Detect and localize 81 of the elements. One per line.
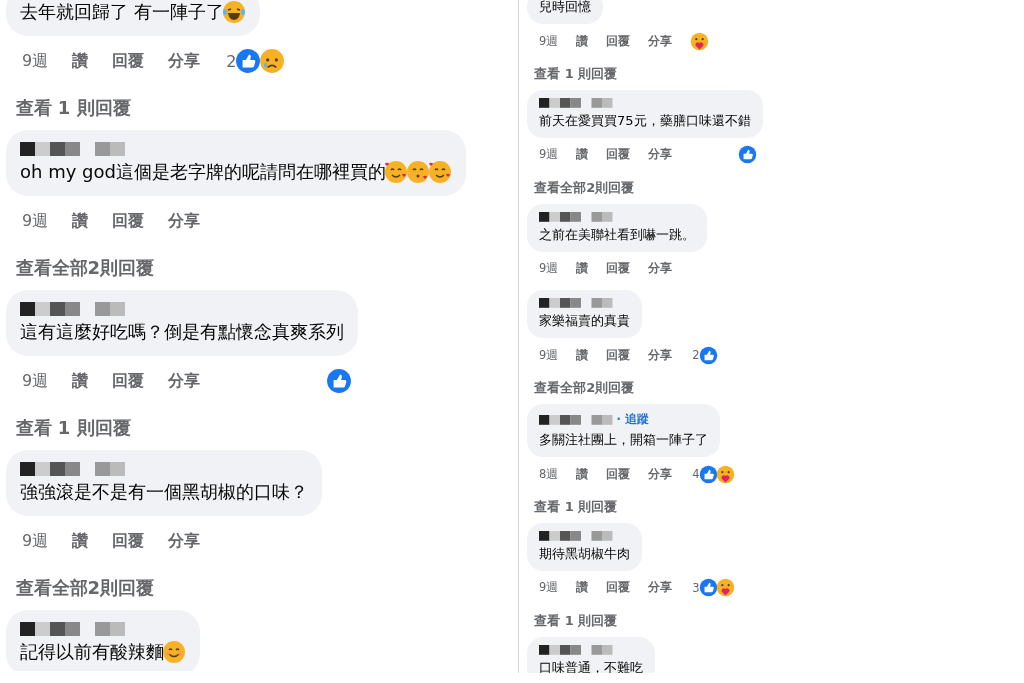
comment-time: 9週 <box>539 261 559 277</box>
comment-text: 期待黑胡椒牛肉 <box>539 545 630 563</box>
share-button[interactable]: 分享 <box>168 210 201 232</box>
view-replies-link[interactable]: 查看 1 則回覆 <box>527 58 716 90</box>
smiling-face-with-hearts-emoji <box>383 160 408 184</box>
view-replies-link[interactable]: 查看 1 則回覆 <box>6 406 358 450</box>
hugging-face-icon <box>715 578 735 598</box>
like-button[interactable]: 讚 <box>576 33 589 49</box>
view-replies-link[interactable]: 查看 1 則回覆 <box>527 491 741 524</box>
comment-time: 9週 <box>22 50 49 72</box>
reply-button[interactable]: 回覆 <box>606 580 631 596</box>
share-button[interactable]: 分享 <box>168 370 201 392</box>
reply-button[interactable]: 回覆 <box>606 33 631 49</box>
comment-time: 8週 <box>539 466 559 482</box>
comment-text: 去年就回歸了 有一陣子了 <box>20 0 224 24</box>
share-button[interactable]: 分享 <box>168 50 201 72</box>
reaction-summary[interactable]: 2 <box>690 344 720 366</box>
like-button[interactable]: 讚 <box>72 210 89 232</box>
kissing-face-emoji <box>405 160 430 184</box>
like-button[interactable]: 讚 <box>576 347 589 363</box>
comment-text: 記得以前有酸辣麵 <box>20 640 164 664</box>
comment-text: 前天在愛買買75元，藥膳口味還不錯 <box>539 111 751 130</box>
comment-text: 多關注社團上，開箱一陣子了 <box>539 431 708 450</box>
reply-button[interactable]: 回覆 <box>606 147 631 163</box>
like-button[interactable]: 讚 <box>576 580 589 596</box>
share-button[interactable]: 分享 <box>648 261 673 277</box>
view-replies-link[interactable]: 查看全部2則回覆 <box>6 246 466 290</box>
reply-button[interactable]: 回覆 <box>112 370 145 392</box>
view-replies-link[interactable]: 查看 1 則回覆 <box>527 605 741 637</box>
comment-text: 強強滾是不是有一個黑胡椒的口味？ <box>20 480 308 504</box>
comment-time: 9週 <box>22 210 49 232</box>
comment-time: 9週 <box>22 530 49 552</box>
view-replies-link[interactable]: 查看 1 則回覆 <box>6 86 292 130</box>
reply-button[interactable]: 回覆 <box>606 466 631 482</box>
view-replies-link[interactable]: 查看全部2則回覆 <box>527 171 763 204</box>
follow-link[interactable]: · 追蹤 <box>616 412 649 428</box>
share-button[interactable]: 分享 <box>168 530 201 552</box>
comment-time: 9週 <box>539 33 559 49</box>
share-button[interactable]: 分享 <box>648 147 673 163</box>
like-button[interactable]: 讚 <box>576 466 589 482</box>
hugging-face-icon <box>715 464 735 484</box>
like-button[interactable]: 讚 <box>576 147 589 163</box>
comment-time: 9週 <box>22 370 49 392</box>
reply-button[interactable]: 回覆 <box>606 347 631 363</box>
hugging-face-icon <box>690 31 710 51</box>
smiling-face-emoji <box>162 640 186 664</box>
comment-time: 9週 <box>539 347 559 363</box>
like-reaction-icon <box>326 368 352 394</box>
view-replies-link[interactable]: 查看全部2則回覆 <box>527 372 724 405</box>
laughing-face-emoji <box>221 0 246 24</box>
share-button[interactable]: 分享 <box>648 580 673 596</box>
like-reaction-icon <box>698 345 718 365</box>
reaction-summary[interactable] <box>326 367 354 395</box>
reply-button[interactable]: 回覆 <box>112 50 145 72</box>
comment-text: 這有這麼好吃嗎？倒是有點懷念真爽系列 <box>20 320 344 344</box>
comment-text: 口味普通，不難吃 <box>539 658 643 673</box>
share-button[interactable]: 分享 <box>648 347 673 363</box>
comment-time: 9週 <box>539 147 559 163</box>
share-button[interactable]: 分享 <box>648 466 673 482</box>
comment-text: 之前在美聯社看到嚇一跳。 <box>539 225 695 244</box>
comment-text: oh my god這個是老字牌的呢請問在哪裡買的 <box>20 160 386 184</box>
smiling-face-with-hearts-emoji <box>427 160 452 184</box>
reply-button[interactable]: 回覆 <box>112 210 145 232</box>
reply-button[interactable]: 回覆 <box>112 530 145 552</box>
like-reaction-icon <box>698 464 718 484</box>
like-reaction-icon <box>737 145 757 165</box>
view-replies-link[interactable]: 查看全部2則回覆 <box>6 566 322 610</box>
reaction-summary[interactable]: 4 <box>690 463 737 485</box>
like-reaction-icon <box>235 48 262 74</box>
comment-text: 家樂福賣的真貴 <box>539 312 630 331</box>
sad-face-icon <box>259 48 286 74</box>
comment-time: 9週 <box>539 580 559 596</box>
share-button[interactable]: 分享 <box>648 33 673 49</box>
like-button[interactable]: 讚 <box>72 370 89 392</box>
like-reaction-icon <box>698 578 718 598</box>
comment-text: 兒時回憶 <box>539 0 591 16</box>
like-button[interactable]: 讚 <box>72 530 89 552</box>
like-button[interactable]: 讚 <box>72 50 89 72</box>
like-button[interactable]: 讚 <box>576 261 589 277</box>
reaction-summary[interactable]: 3 <box>690 577 737 599</box>
reply-button[interactable]: 回覆 <box>606 261 631 277</box>
